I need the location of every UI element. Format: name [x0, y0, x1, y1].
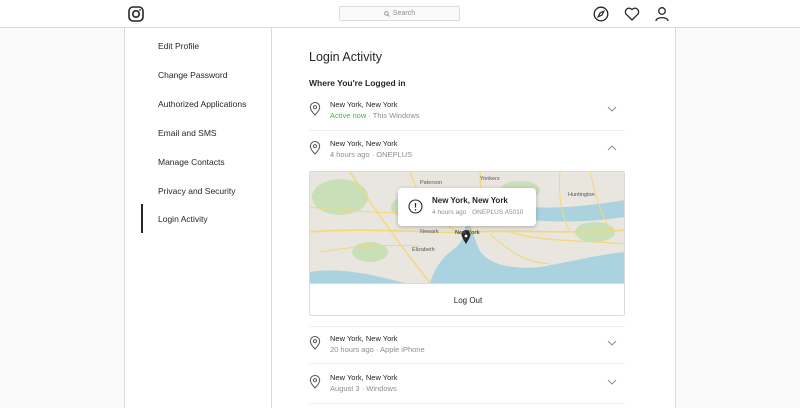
- top-navigation-bar: Search: [0, 0, 800, 28]
- person-icon[interactable]: [654, 6, 670, 22]
- location-pin-icon: [309, 102, 321, 116]
- alert-icon: [408, 199, 423, 214]
- sidebar-item-email-sms[interactable]: Email and SMS: [141, 118, 272, 147]
- session-row-expanded[interactable]: New York, New York 4 hours ago · ONEPLUS: [309, 132, 625, 170]
- sidebar-item-authorized-applications[interactable]: Authorized Applications: [141, 89, 272, 118]
- active-now-status: Active now: [330, 111, 367, 120]
- session-location: New York, New York: [330, 373, 398, 382]
- session-device: August 3 · Windows: [330, 384, 397, 393]
- search-placeholder: Search: [392, 10, 416, 17]
- chevron-up-icon[interactable]: [607, 143, 617, 153]
- location-pin-icon: [309, 375, 321, 389]
- chevron-down-icon[interactable]: [607, 104, 617, 114]
- session-row[interactable]: New York, New York 20 hours ago · Apple …: [309, 326, 625, 364]
- sidebar-item-change-password[interactable]: Change Password: [141, 60, 272, 89]
- session-map-card: Paterson Yonkers Huntington Newark Eliza…: [309, 171, 625, 316]
- location-tooltip: New York, New York 4 hours ago · ONEPLUS…: [398, 188, 536, 226]
- section-title: Where You're Logged in: [309, 78, 406, 88]
- chevron-down-icon[interactable]: [607, 338, 617, 348]
- instagram-icon[interactable]: [128, 6, 144, 22]
- sidebar-item-edit-profile[interactable]: Edit Profile: [141, 31, 272, 60]
- session-row[interactable]: New York, New York Active now · This Win…: [309, 93, 625, 131]
- session-meta: Active now · This Windows: [330, 111, 420, 120]
- session-location: New York, New York: [330, 139, 398, 148]
- log-out-button[interactable]: Log Out: [310, 283, 624, 315]
- map-label-paterson: Paterson: [420, 180, 443, 186]
- settings-sidebar: Edit Profile Change Password Authorized …: [141, 28, 272, 408]
- map-label-new-york: New York: [455, 230, 480, 236]
- compass-icon[interactable]: [593, 6, 609, 22]
- map-label-huntington: Huntington: [568, 192, 595, 198]
- location-pin-icon: [309, 141, 321, 155]
- tooltip-meta: 4 hours ago · ONEPLUS A5010: [432, 209, 524, 216]
- chevron-down-icon[interactable]: [607, 377, 617, 387]
- page-title: Login Activity: [309, 50, 382, 64]
- map-label-elizabeth: Elizabeth: [412, 247, 435, 253]
- sidebar-item-manage-contacts[interactable]: Manage Contacts: [141, 147, 272, 176]
- session-row[interactable]: New York, New York August 3 · Windows: [309, 366, 625, 404]
- search-input[interactable]: Search: [339, 6, 460, 21]
- session-device: 4 hours ago · ONEPLUS: [330, 150, 413, 159]
- settings-container: Edit Profile Change Password Authorized …: [124, 28, 676, 408]
- tooltip-title: New York, New York: [432, 196, 508, 205]
- map-label-newark: Newark: [420, 229, 439, 235]
- session-location: New York, New York: [330, 334, 398, 343]
- session-location: New York, New York: [330, 100, 398, 109]
- search-icon: [384, 10, 390, 17]
- location-pin-icon: [309, 336, 321, 350]
- session-device: · This Windows: [366, 111, 420, 120]
- login-activity-panel: Login Activity Where You're Logged in Ne…: [291, 28, 627, 408]
- map-label-yonkers: Yonkers: [480, 176, 500, 182]
- sidebar-item-privacy-security[interactable]: Privacy and Security: [141, 176, 272, 205]
- session-device: 20 hours ago · Apple iPhone: [330, 345, 425, 354]
- sidebar-item-login-activity[interactable]: Login Activity: [141, 204, 272, 233]
- heart-icon[interactable]: [624, 6, 640, 22]
